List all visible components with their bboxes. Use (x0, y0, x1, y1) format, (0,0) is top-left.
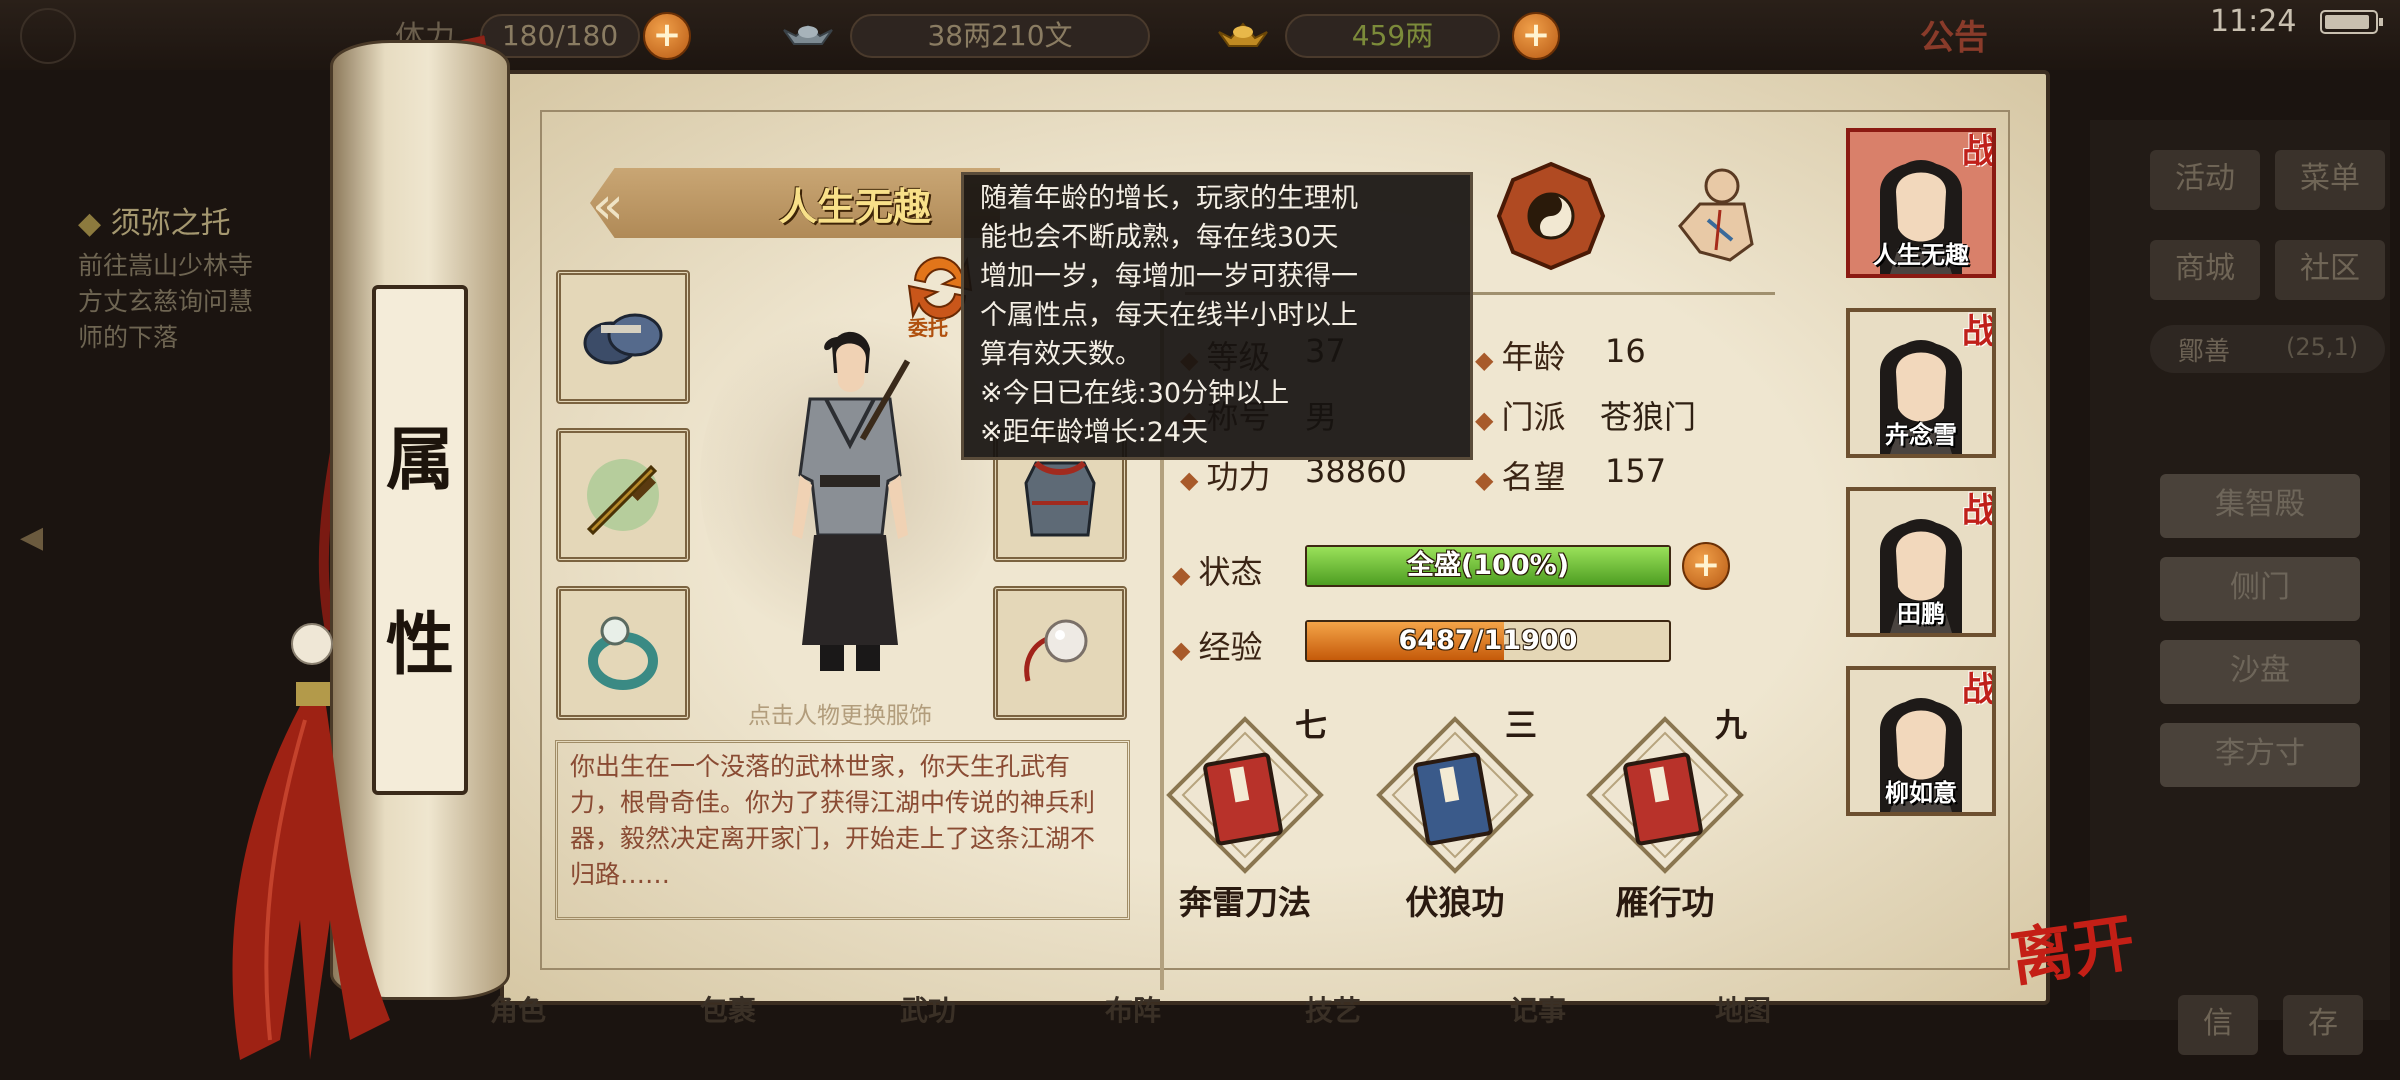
in-battle-badge: 战 (1962, 312, 1996, 352)
nav-skills[interactable]: 技艺 (1305, 995, 1361, 1027)
tab-char-1: 属 (385, 420, 454, 500)
stat-status-label: ◆ 状态 (1172, 553, 1263, 591)
party-member-portrait[interactable]: 战田鹏 (1846, 487, 1996, 637)
in-battle-badge: 战 (1962, 132, 1996, 172)
tooltip-line: 能也会不断成熟，每在线30天 (980, 222, 1339, 253)
stat-sect-value: 苍狼门 (1600, 398, 1697, 436)
tooltip-line: 增加一岁，每增加一岁可获得一 (980, 261, 1358, 292)
in-battle-badge: 战 (1962, 491, 1996, 531)
equip-slot-bracer[interactable] (556, 270, 690, 404)
location-coords: (25,1) (2286, 333, 2359, 361)
character-name: 人生无趣 (778, 185, 931, 229)
skill-level: 三 (1505, 706, 1538, 744)
nearby-npc[interactable]: 李方寸 (2160, 723, 2360, 787)
skill-name: 伏狼功 (1405, 883, 1505, 922)
stamina-value: 180/180 (501, 19, 619, 52)
leave-button[interactable]: 离开 (2004, 892, 2139, 998)
add-gold-button[interactable]: + (1512, 12, 1560, 60)
skill-name: 奔雷刀法 (1179, 883, 1311, 922)
stat-exp-label: ◆ 经验 (1172, 628, 1263, 666)
tassel-decoration (232, 623, 390, 1060)
nav-martial-arts[interactable]: 武功 (900, 995, 956, 1027)
skill-name: 雁行功 (1615, 883, 1715, 922)
meridian-figure-icon[interactable] (1660, 160, 1770, 272)
activity-button[interactable]: 活动 (2150, 150, 2260, 210)
status-bar: 全盛(100%) (1305, 545, 1671, 587)
tooltip-line: 算有效天数。 (980, 339, 1142, 370)
nav-map[interactable]: 地图 (1715, 995, 1771, 1027)
character-biography: 你出生在一个没落的武林世家，你天生孔武有力，根骨奇佳。你为了获得江湖中传说的神兵… (555, 740, 1130, 920)
exp-bar-text: 6487/11900 (1398, 625, 1578, 656)
equip-slot-weapon[interactable] (556, 428, 690, 562)
entrust-label: 委托 (908, 316, 948, 340)
equip-slot-necklace[interactable] (993, 586, 1127, 720)
change-outfit-hint: 点击人物更换服饰 (748, 703, 932, 729)
add-stamina-button[interactable]: + (643, 12, 691, 60)
status-bar-text: 全盛(100%) (1406, 550, 1570, 581)
bracer-icon (583, 313, 663, 365)
pearl-necklace-icon (1024, 619, 1088, 682)
tooltip-line: 个属性点，每天在线半小时以上 (980, 300, 1358, 331)
party-member-name: 柳如意 (1885, 779, 1957, 807)
exp-bar: 6487/11900 (1305, 620, 1671, 662)
nav-formation[interactable]: 布阵 (1105, 995, 1161, 1027)
notice-button[interactable]: 公告 (1920, 10, 1988, 59)
stat-age-label: ◆ 年龄 (1475, 338, 1566, 376)
in-battle-badge: 战 (1962, 670, 1996, 710)
nearby-location-2[interactable]: 侧门 (2160, 557, 2360, 621)
stat-fame-label: ◆ 名望 (1475, 458, 1566, 496)
location-bar: 鄮善 (25,1) (2150, 325, 2385, 373)
silver-display: 38两210文 (850, 14, 1150, 58)
party-member-name: 卉念雪 (1885, 421, 1957, 449)
back-arrow-icon[interactable]: « (592, 176, 624, 236)
character-model[interactable] (770, 325, 930, 685)
battery-icon (2320, 10, 2383, 34)
tooltip-line: ※今日已在线:30分钟以上 (980, 378, 1290, 409)
skill-level: 七 (1295, 706, 1328, 744)
nearby-location-3[interactable]: 沙盘 (2160, 640, 2360, 704)
nav-character[interactable]: 角色 (490, 995, 546, 1027)
stat-sect-label: ◆ 门派 (1475, 398, 1566, 436)
restore-status-button[interactable]: + (1682, 542, 1730, 590)
gold-display: 459两 (1285, 14, 1500, 58)
gold-ingot-icon (1218, 22, 1268, 47)
skill-level: 九 (1715, 706, 1748, 744)
party-member-name: 人生无趣 (1873, 241, 1969, 269)
stat-age-value: 16 (1605, 332, 1646, 370)
mail-button[interactable]: 信 (2178, 995, 2258, 1055)
tooltip-line: 随着年龄的增长，玩家的生理机 (980, 183, 1358, 214)
clock: 11:24 (2210, 4, 2297, 39)
nearby-location-1[interactable]: 集智殿 (2160, 474, 2360, 538)
bagua-icon[interactable] (1495, 160, 1607, 272)
party-member-portrait[interactable]: 战柳如意 (1846, 666, 1996, 816)
collapse-left-arrow-icon[interactable]: ◀ (20, 520, 60, 560)
avatar-frame[interactable] (20, 8, 76, 64)
nav-journal[interactable]: 记事 (1510, 995, 1566, 1027)
silver-ingot-icon (783, 24, 833, 45)
shop-button[interactable]: 商城 (2150, 240, 2260, 300)
gold-value: 459两 (1351, 19, 1434, 52)
party-member-name: 田鹏 (1897, 600, 1945, 628)
tooltip-line: ※距年龄增长:24天 (980, 417, 1209, 448)
jade-ring-icon (588, 616, 658, 690)
location-name: 鄮善 (2178, 337, 2231, 367)
age-tooltip: 随着年龄的增长，玩家的生理机 能也会不断成熟，每在线30天 增加一岁，每增加一岁… (961, 172, 1473, 460)
save-button[interactable]: 存 (2283, 995, 2363, 1055)
community-button[interactable]: 社区 (2275, 240, 2385, 300)
menu-button[interactable]: 菜单 (2275, 150, 2385, 210)
party-member-portrait[interactable]: 战卉念雪 (1846, 308, 1996, 458)
party-member-portrait[interactable]: 战人生无趣 (1846, 128, 1996, 278)
silver-value: 38两210文 (927, 19, 1073, 52)
nav-inventory[interactable]: 包裹 (700, 995, 756, 1027)
sword-icon (586, 459, 659, 536)
stat-fame-value: 157 (1605, 452, 1667, 490)
equip-slot-ring[interactable] (556, 586, 690, 720)
